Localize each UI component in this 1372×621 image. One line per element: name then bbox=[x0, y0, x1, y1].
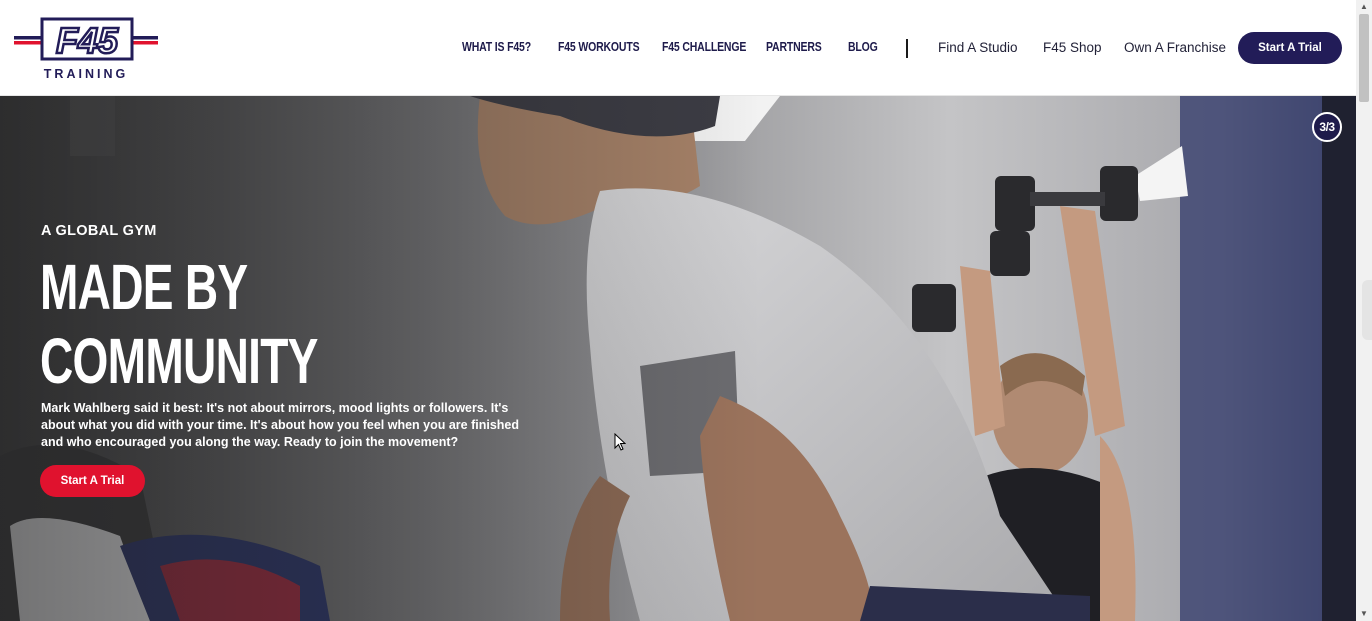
nav-item-f45-workouts[interactable]: F45 WORKOUTS bbox=[558, 40, 640, 54]
side-feedback-tab[interactable] bbox=[1362, 280, 1372, 340]
nav-item-partners[interactable]: PARTNERS bbox=[766, 40, 822, 54]
nav-item-blog[interactable]: BLOG bbox=[848, 40, 878, 54]
header-start-trial-button[interactable]: Start A Trial bbox=[1238, 32, 1342, 64]
nav-divider bbox=[906, 39, 908, 58]
scroll-up-arrow-icon[interactable]: ▲ bbox=[1356, 0, 1372, 14]
slide-counter-badge[interactable]: 3/3 bbox=[1312, 112, 1342, 142]
f45-training-logo[interactable]: F45 TRAINING bbox=[14, 16, 158, 80]
nav-item-find-a-studio[interactable]: Find A Studio bbox=[938, 40, 1018, 55]
hero-description: Mark Wahlberg said it best: It's not abo… bbox=[41, 401, 520, 449]
nav-item-own-a-franchise[interactable]: Own A Franchise bbox=[1124, 40, 1226, 55]
mouse-cursor-icon bbox=[614, 433, 626, 451]
nav-item-f45-challenge[interactable]: F45 CHALLENGE bbox=[662, 40, 746, 54]
nav-item-what-is-f45[interactable]: WHAT IS F45? bbox=[462, 40, 531, 54]
hero-eyebrow: A GLOBAL GYM bbox=[41, 223, 157, 239]
hero-headline-line-2: COMMUNITY bbox=[40, 325, 318, 397]
hero-headline-line-1: MADE BY bbox=[40, 251, 248, 323]
hero-headline: MADE BY COMMUNITY bbox=[40, 250, 318, 398]
site-header: F45 TRAINING WHAT IS F45? F45 WORKOUTS F… bbox=[0, 0, 1356, 96]
nav-item-f45-shop[interactable]: F45 Shop bbox=[1043, 40, 1102, 55]
logo-text: F45 bbox=[56, 20, 119, 61]
logo-subtext: TRAINING bbox=[44, 67, 128, 80]
scrollbar-thumb[interactable] bbox=[1359, 14, 1369, 102]
scroll-down-arrow-icon[interactable]: ▼ bbox=[1356, 607, 1372, 621]
hero-start-trial-button[interactable]: Start A Trial bbox=[40, 465, 145, 497]
